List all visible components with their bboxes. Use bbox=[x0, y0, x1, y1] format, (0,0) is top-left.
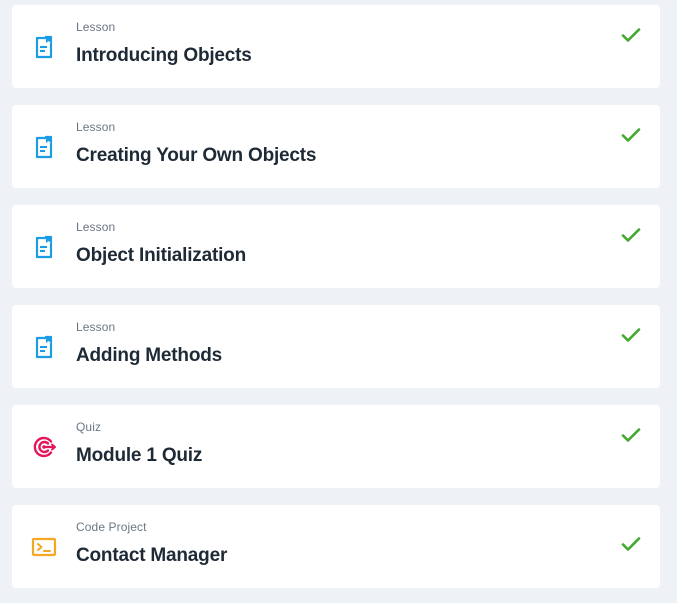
module-item-object-initialization[interactable]: Lesson Object Initialization bbox=[12, 205, 660, 288]
module-item-introducing-objects[interactable]: Lesson Introducing Objects bbox=[12, 5, 660, 88]
completed-check-icon bbox=[620, 324, 642, 346]
item-type-label: Lesson bbox=[76, 220, 116, 234]
module-item-module-1-quiz[interactable]: Quiz Module 1 Quiz bbox=[12, 405, 660, 488]
item-title: Object Initialization bbox=[76, 245, 246, 266]
item-title: Contact Manager bbox=[76, 545, 228, 566]
module-item-list: Lesson Introducing Objects Lesson Creati… bbox=[12, 5, 660, 588]
lesson-document-icon bbox=[30, 133, 58, 161]
lesson-document-icon bbox=[30, 333, 58, 361]
code-terminal-icon bbox=[30, 533, 58, 561]
item-type-label: Quiz bbox=[76, 420, 102, 434]
completed-check-icon bbox=[620, 224, 642, 246]
quiz-target-icon bbox=[30, 433, 58, 461]
item-type-label: Code Project bbox=[76, 520, 147, 534]
module-item-contact-manager[interactable]: Code Project Contact Manager bbox=[12, 505, 660, 588]
completed-check-icon bbox=[620, 533, 642, 555]
module-item-adding-methods[interactable]: Lesson Adding Methods bbox=[12, 305, 660, 388]
completed-check-icon bbox=[620, 24, 642, 46]
completed-check-icon bbox=[620, 424, 642, 446]
lesson-document-icon bbox=[30, 233, 58, 261]
item-title: Creating Your Own Objects bbox=[76, 145, 317, 166]
completed-check-icon bbox=[620, 124, 642, 146]
item-title: Introducing Objects bbox=[76, 45, 252, 66]
lesson-document-icon bbox=[30, 33, 58, 61]
item-type-label: Lesson bbox=[76, 120, 116, 134]
item-type-label: Lesson bbox=[76, 20, 116, 34]
item-title: Module 1 Quiz bbox=[76, 445, 203, 466]
item-type-label: Lesson bbox=[76, 320, 116, 334]
item-title: Adding Methods bbox=[76, 345, 223, 366]
module-item-creating-your-own-objects[interactable]: Lesson Creating Your Own Objects bbox=[12, 105, 660, 188]
